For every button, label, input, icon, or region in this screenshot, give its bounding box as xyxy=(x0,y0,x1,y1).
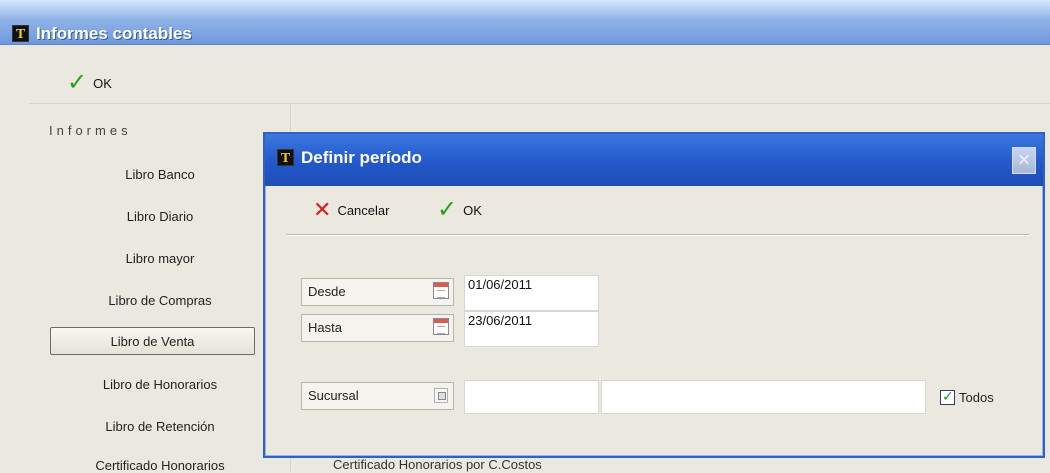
dialog-divider xyxy=(287,234,1029,236)
cancel-button[interactable]: ✕ Cancelar xyxy=(313,197,390,222)
lookup-icon[interactable] xyxy=(434,388,448,403)
close-icon: × xyxy=(1017,147,1031,172)
reports-section-title: Informes xyxy=(49,123,132,138)
report-item-libro-diario[interactable]: Libro Diario xyxy=(29,209,291,224)
main-ok-label: OK xyxy=(93,75,112,91)
dialog-titlebar: T Definir período × xyxy=(265,134,1043,186)
main-window-title: Informes contables xyxy=(36,24,192,43)
dialog-title: Definir período xyxy=(301,148,422,167)
dialog-ok-button[interactable]: ✓ OK xyxy=(437,196,482,223)
todos-checkbox[interactable] xyxy=(940,388,955,405)
cancel-label: Cancelar xyxy=(337,202,390,218)
sucursal-label: Sucursal xyxy=(301,382,454,410)
app-logo-icon: T xyxy=(12,25,29,42)
desde-label: Desde xyxy=(301,278,454,306)
todos-label: Todos xyxy=(959,390,994,405)
dialog-ok-label: OK xyxy=(463,202,482,218)
hasta-label: Hasta xyxy=(301,314,454,342)
check-icon: ✓ xyxy=(67,69,88,96)
dialog-toolbar: ✕ Cancelar ✓ OK xyxy=(289,196,1029,226)
report-item-certificado-honorarios[interactable]: Certificado Honorarios xyxy=(29,458,291,473)
calendar-icon[interactable] xyxy=(433,318,449,335)
main-toolbar: ✓ OK xyxy=(0,56,1050,100)
reports-panel: Informes Libro Banco Libro Diario Libro … xyxy=(29,103,291,473)
calendar-icon[interactable] xyxy=(433,282,449,299)
report-item-libro-venta[interactable]: Libro de Venta xyxy=(50,327,255,355)
define-period-dialog: T Definir período × ✕ Cancelar ✓ OK Desd… xyxy=(263,132,1045,458)
check-icon: ✓ xyxy=(437,196,458,223)
main-ok-button[interactable]: ✓ OK xyxy=(67,69,112,96)
report-item-libro-honorarios[interactable]: Libro de Honorarios xyxy=(29,377,291,392)
report-item-libro-banco[interactable]: Libro Banco xyxy=(29,167,291,182)
sucursal-name-input[interactable] xyxy=(601,380,926,414)
report-item-libro-mayor[interactable]: Libro mayor xyxy=(29,251,291,266)
report-item-libro-compras[interactable]: Libro de Compras xyxy=(29,293,291,308)
main-titlebar: T Informes contables xyxy=(0,0,1050,45)
hasta-date-input[interactable]: 23/06/2011 xyxy=(464,311,599,347)
report-item-libro-retencion[interactable]: Libro de Retención xyxy=(29,419,291,434)
close-button[interactable]: × xyxy=(1012,147,1036,174)
cancel-icon: ✕ xyxy=(313,197,332,222)
sucursal-code-input[interactable] xyxy=(464,380,599,414)
desde-date-input[interactable]: 01/06/2011 xyxy=(464,275,599,311)
report-item-certificado-costos[interactable]: Certificado Honorarios por C.Costos xyxy=(333,457,542,472)
dialog-logo-icon: T xyxy=(277,149,294,166)
